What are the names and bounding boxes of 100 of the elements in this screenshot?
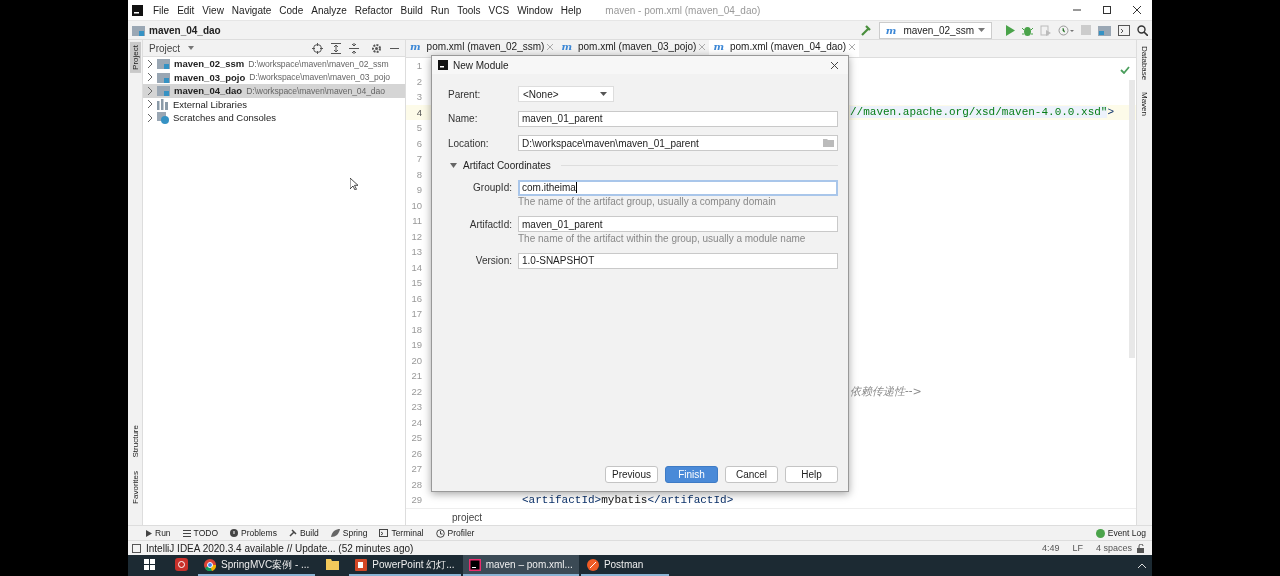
dialog-button[interactable]: Finish <box>665 466 718 483</box>
close-icon[interactable] <box>1133 6 1141 14</box>
code-line: 依赖传递性--> <box>850 383 922 399</box>
parent-dropdown[interactable]: <None> <box>518 86 614 103</box>
menu-item[interactable]: Run <box>426 4 454 16</box>
tool-window-tab[interactable]: Structure <box>129 421 141 461</box>
tool-window-button[interactable]: Build <box>288 528 319 538</box>
locate-icon[interactable] <box>312 42 323 54</box>
settings-icon[interactable] <box>371 42 382 54</box>
dialog-button[interactable]: Help <box>785 466 838 483</box>
editor-tab[interactable]: m pom.xml (maven_03_pojo) <box>557 40 710 57</box>
line-number: 17 <box>410 308 422 320</box>
tool-window-button[interactable]: Problems <box>230 528 277 538</box>
menu-item[interactable]: Navigate <box>227 4 276 16</box>
tool-window-tab[interactable]: Favorites <box>129 468 141 507</box>
status-item[interactable]: LF <box>1072 543 1083 553</box>
line-number: 4 <box>415 106 422 118</box>
bug-icon[interactable] <box>1022 24 1033 36</box>
caret-icon <box>978 28 985 32</box>
browser-icon <box>204 558 216 571</box>
tool-window-button[interactable]: Terminal <box>379 528 424 538</box>
tree-item[interactable]: maven_03_pojo D:\workspace\maven\maven_03_pojo <box>143 70 405 84</box>
tool-window-button[interactable]: Spring <box>330 528 368 538</box>
check-icon <box>1120 66 1130 74</box>
event-log-button[interactable]: Event Log <box>1095 528 1146 538</box>
caret-icon[interactable] <box>188 46 195 50</box>
run-icon[interactable] <box>1005 24 1015 36</box>
input-field[interactable]: com.itheima <box>518 179 838 196</box>
field-hint: The name of the artifact within the group, usually a module name <box>517 232 807 246</box>
menu-item[interactable]: Help <box>556 4 586 16</box>
tool-window-button[interactable]: Run <box>146 528 171 538</box>
tool-window-tab[interactable]: Database <box>1140 44 1149 83</box>
event-log-icon <box>1095 528 1105 538</box>
hammer-icon <box>288 529 297 537</box>
line-number: 28 <box>410 478 422 490</box>
run-configuration-dropdown[interactable]: m maven_02_ssm <box>878 21 992 39</box>
lock-icon[interactable] <box>1137 543 1146 553</box>
scrollbar[interactable] <box>1129 80 1135 358</box>
field-label: Parent: <box>448 88 482 100</box>
menu-item[interactable]: VCS <box>484 4 514 16</box>
status-item[interactable]: 4:49 <box>1041 543 1060 553</box>
tree-item[interactable]: External Libraries <box>143 97 405 111</box>
input-field[interactable]: maven_01_parent <box>518 216 838 233</box>
folder-icon <box>132 24 145 36</box>
line-number: 7 <box>415 153 422 165</box>
app-icon <box>438 60 448 70</box>
status-item[interactable]: 4 spaces <box>1095 543 1132 553</box>
section-title[interactable]: Artifact Coordinates <box>463 160 551 171</box>
tree-item[interactable]: Scratches and Consoles <box>143 111 405 125</box>
project-structure-icon[interactable] <box>1098 24 1111 36</box>
line-number: 2 <box>415 75 422 87</box>
presentation-icon <box>355 558 368 571</box>
expand-all-icon[interactable] <box>331 42 341 54</box>
chevron-up-icon[interactable] <box>1138 563 1146 568</box>
tool-window-tab[interactable]: Maven <box>1140 90 1149 119</box>
menu-item[interactable]: Edit <box>173 4 199 16</box>
search-icon[interactable] <box>1137 24 1148 36</box>
line-number: 23 <box>410 401 422 413</box>
menu-item[interactable]: Window <box>513 4 557 16</box>
menu-item[interactable]: Build <box>396 4 427 16</box>
leaf-icon <box>330 529 340 537</box>
tool-window-button[interactable]: TODO <box>182 528 218 538</box>
line-number: 5 <box>415 122 422 134</box>
hammer-icon[interactable] <box>859 24 872 36</box>
tool-window-tab[interactable]: Project <box>129 42 141 73</box>
profiler-icon[interactable] <box>1058 24 1074 36</box>
field-hint: The name of the artifact group, usually a company domain <box>517 196 777 209</box>
menu-item[interactable]: Refactor <box>350 4 397 16</box>
line-number: 25 <box>410 432 422 444</box>
minimize-icon[interactable] <box>1073 6 1081 14</box>
breadcrumb[interactable]: project <box>452 511 482 523</box>
taskbar-button[interactable]: maven – pom.xml... <box>462 555 579 576</box>
collapse-arrow-icon[interactable] <box>450 163 457 168</box>
taskbar-button[interactable]: SpringMVC案例 - ... <box>198 555 316 576</box>
line-number: 13 <box>410 246 422 258</box>
panel-title[interactable]: Project <box>149 42 181 54</box>
field-label: GroupId: <box>472 182 512 194</box>
editor-tab[interactable]: m pom.xml (maven_02_ssm) <box>406 40 558 57</box>
menu-item[interactable]: Code <box>275 4 308 16</box>
menu-item[interactable]: Analyze <box>307 4 351 16</box>
dialog-button[interactable]: Cancel <box>725 466 778 483</box>
tool-window-button[interactable]: Profiler <box>435 528 475 538</box>
close-icon[interactable] <box>831 61 838 69</box>
hide-icon[interactable] <box>390 46 399 50</box>
taskbar-button[interactable]: Postman <box>580 555 669 576</box>
dialog-button[interactable]: Previous <box>605 466 658 483</box>
tree-item[interactable]: maven_04_dao D:\workspace\maven\maven_04_dao <box>143 84 405 98</box>
module-folder-icon <box>157 58 170 70</box>
menu-item[interactable]: View <box>198 4 228 16</box>
menu-item[interactable]: File <box>149 4 174 16</box>
menu-item[interactable]: Tools <box>453 4 485 16</box>
input-field[interactable]: maven_01_parent <box>518 110 838 127</box>
breadcrumb[interactable]: maven_04_dao <box>149 24 221 36</box>
maximize-icon[interactable] <box>1103 6 1111 14</box>
input-field[interactable]: D:\workspace\maven\maven_01_parent <box>518 135 838 152</box>
input-field[interactable]: 1.0-SNAPSHOT <box>518 252 838 269</box>
terminal-icon[interactable] <box>1118 24 1130 36</box>
taskbar-button[interactable]: PowerPoint 幻灯... <box>349 555 461 576</box>
tree-item[interactable]: maven_02_ssm D:\workspace\maven\maven_02_ssm <box>143 57 405 71</box>
collapse-all-icon[interactable] <box>349 42 359 54</box>
